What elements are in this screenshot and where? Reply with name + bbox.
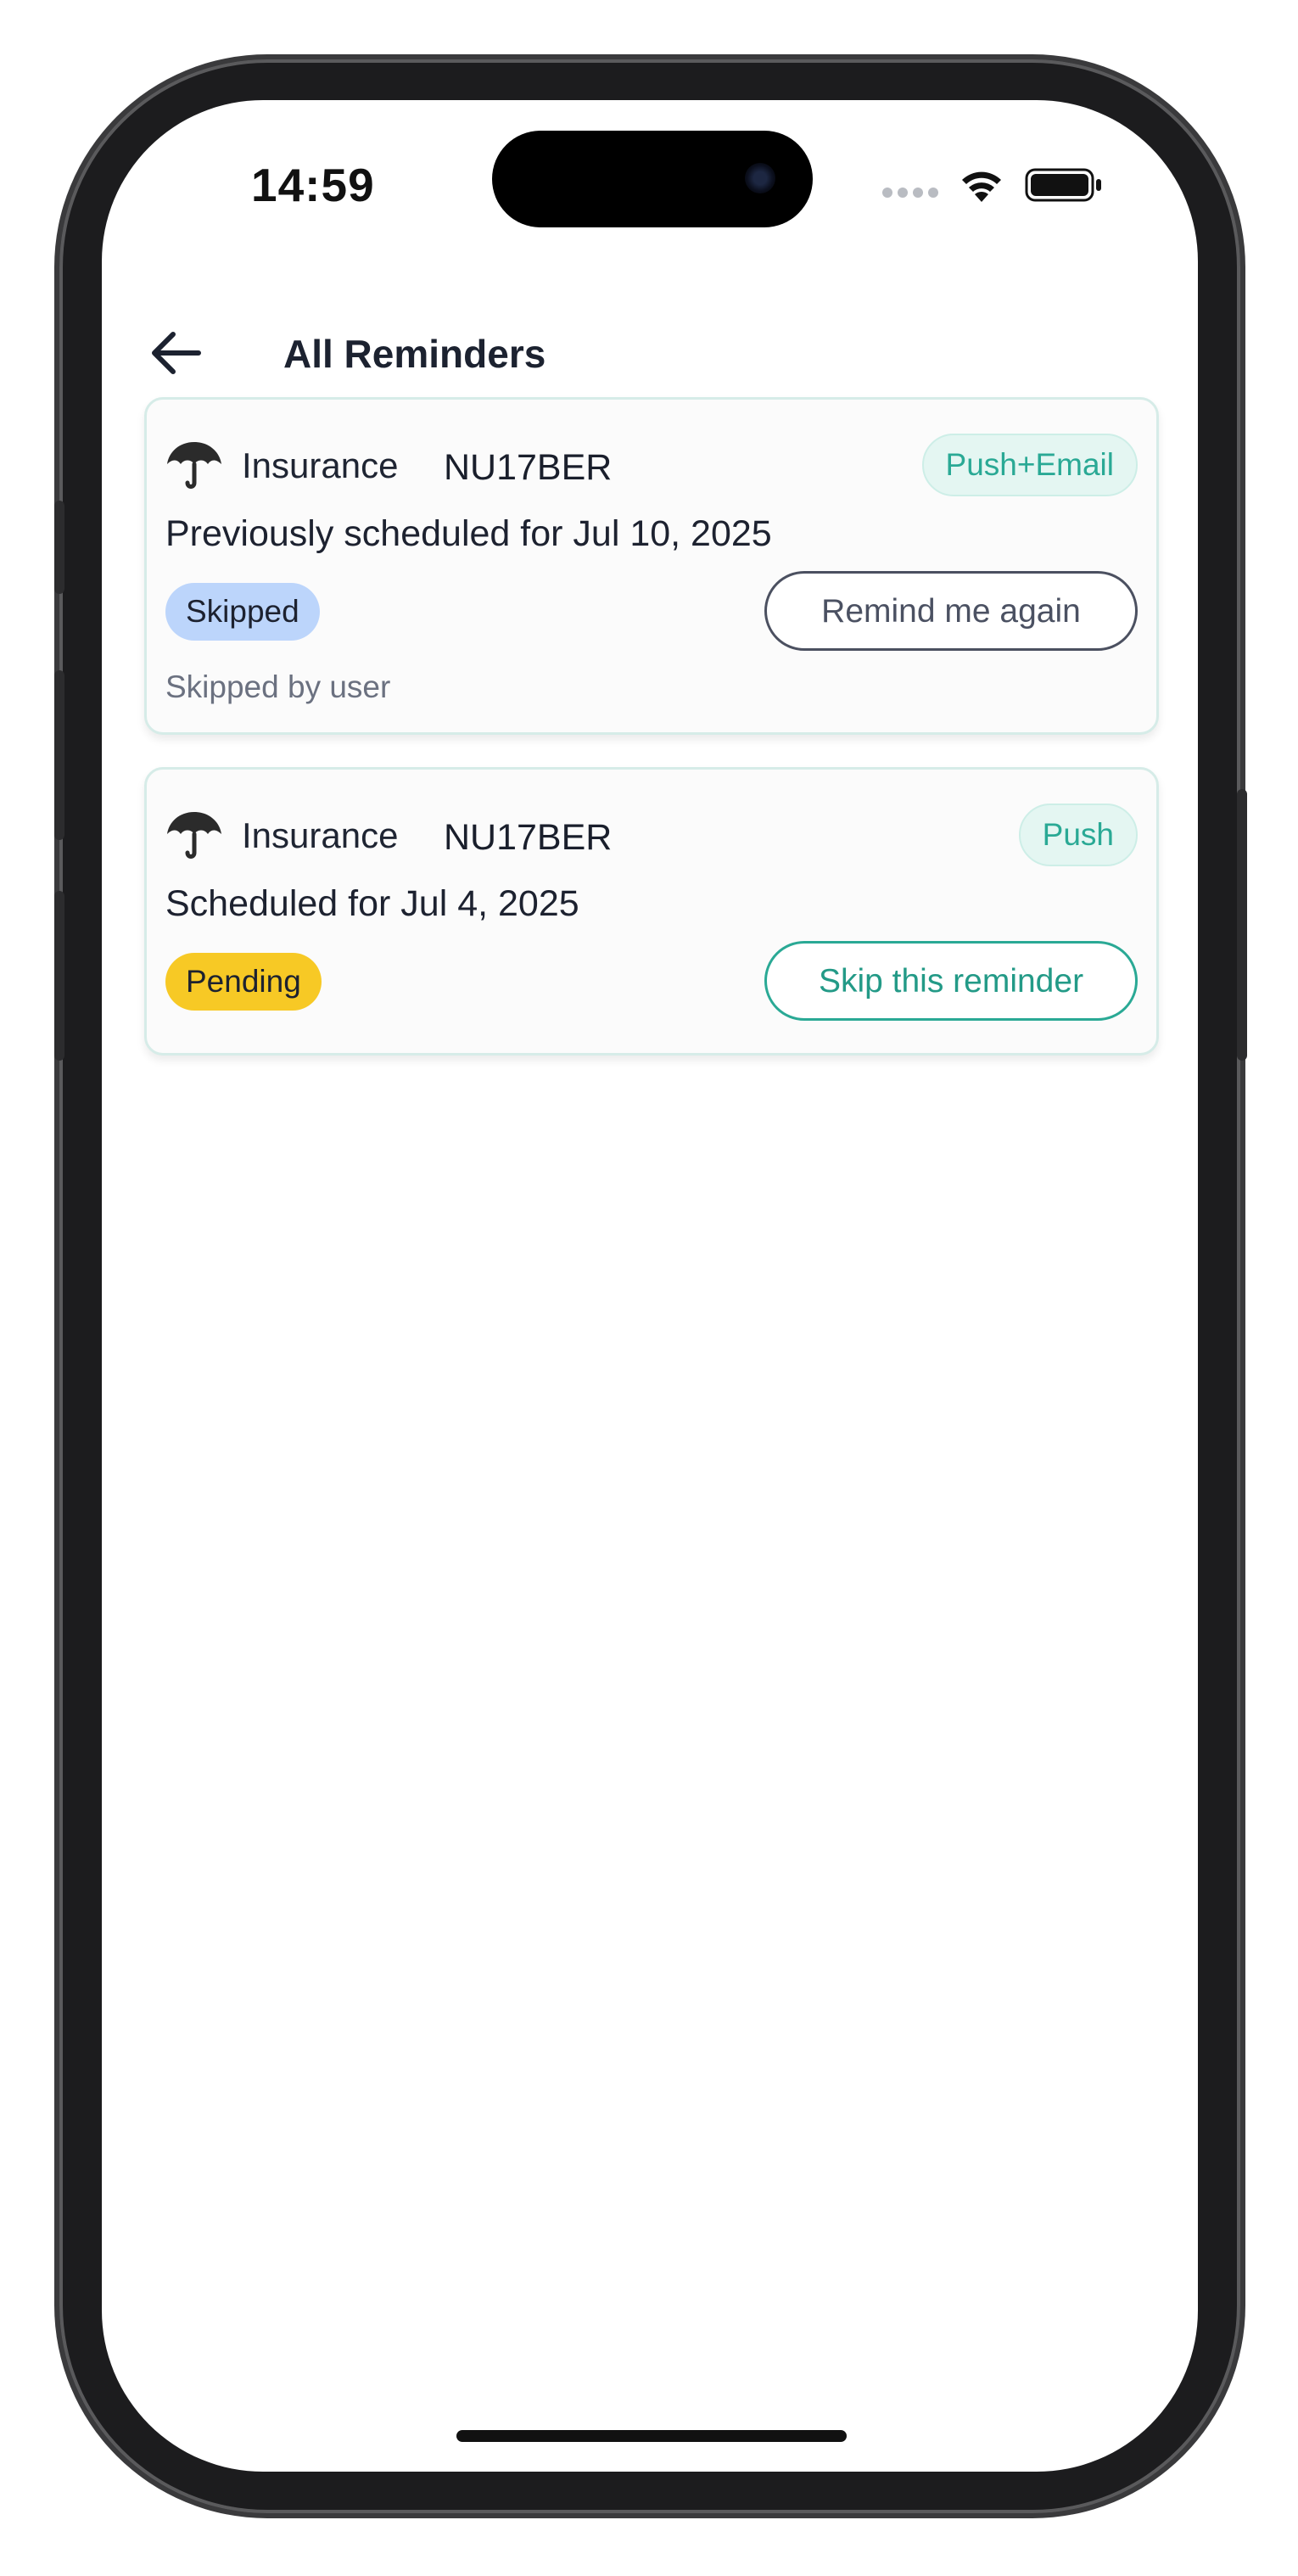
phone-screen: 14:59 All Reminders Insurance NU17BER Pu…	[102, 100, 1198, 2472]
home-indicator[interactable]	[456, 2430, 847, 2442]
action-button-hardware	[54, 501, 64, 594]
reminder-header: Insurance NU17BER Push	[165, 804, 1138, 866]
battery-icon	[1025, 168, 1101, 202]
umbrella-icon	[167, 442, 221, 489]
volume-down-button	[54, 891, 64, 1061]
page-title: All Reminders	[283, 332, 546, 376]
reminder-header: Insurance NU17BER Push+Email	[165, 434, 1138, 496]
wifi-icon	[962, 171, 1001, 202]
status-badge: Skipped	[165, 583, 320, 641]
status-indicators	[882, 160, 1103, 210]
dynamic-island	[492, 131, 813, 227]
reminder-card: Insurance NU17BER Push Scheduled for Jul…	[144, 767, 1159, 1056]
volume-up-button	[54, 670, 64, 840]
arrow-left-icon	[152, 332, 201, 374]
back-button[interactable]	[143, 321, 207, 385]
channel-badge: Push+Email	[921, 434, 1138, 496]
status-time: 14:59	[251, 159, 375, 211]
vehicle-plate: NU17BER	[444, 447, 613, 488]
channel-badge: Push	[1018, 804, 1138, 866]
reminder-category: Insurance	[242, 445, 399, 485]
skip-note: Skipped by user	[165, 669, 391, 704]
power-button	[1237, 789, 1247, 1061]
schedule-text: Scheduled for Jul 4, 2025	[165, 883, 579, 924]
skip-reminder-button[interactable]: Skip this reminder	[764, 941, 1138, 1021]
cellular-signal-icon	[882, 188, 938, 198]
reminder-category: Insurance	[242, 815, 399, 855]
camera-icon	[745, 163, 775, 193]
reminder-card: Insurance NU17BER Push+Email Previously …	[144, 397, 1159, 735]
umbrella-icon	[167, 812, 221, 859]
schedule-text: Previously scheduled for Jul 10, 2025	[165, 513, 772, 554]
status-badge: Pending	[165, 953, 322, 1011]
app-header: All Reminders	[102, 312, 1198, 397]
remind-me-again-button[interactable]: Remind me again	[764, 571, 1138, 651]
vehicle-plate: NU17BER	[444, 817, 613, 858]
